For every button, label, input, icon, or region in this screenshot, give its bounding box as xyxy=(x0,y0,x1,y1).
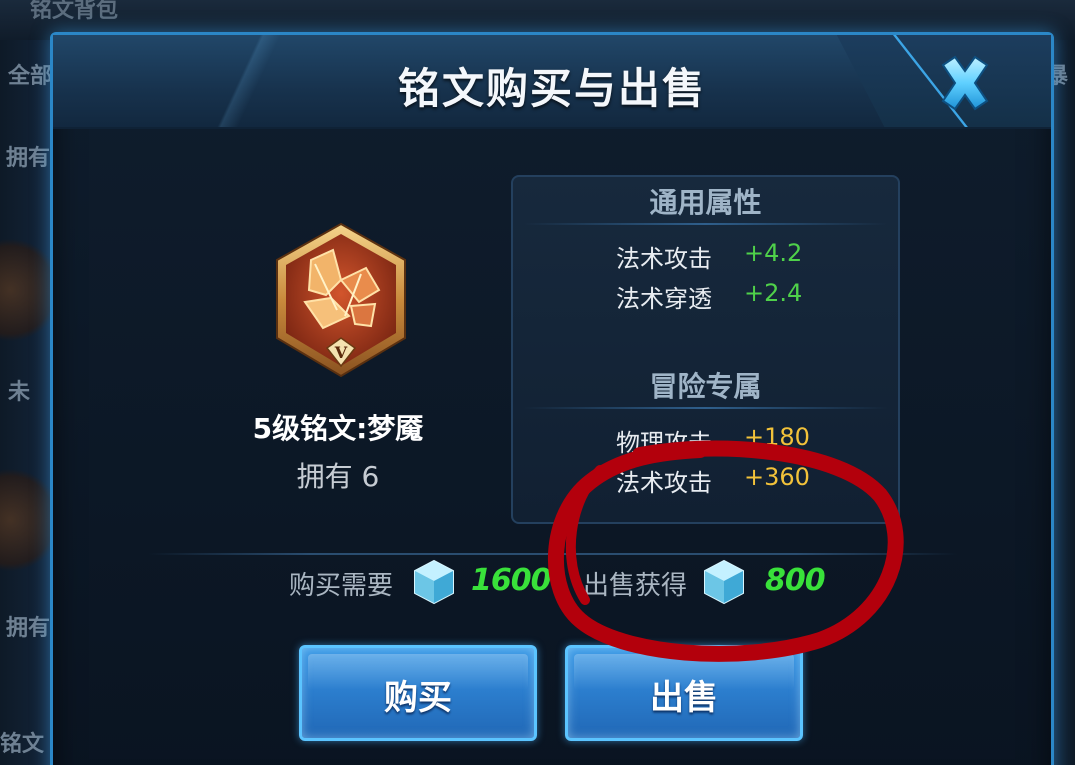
buy-button-label: 购买 xyxy=(384,678,452,718)
stat-label: 法术攻击 xyxy=(616,245,712,273)
game-screen: 铭文背包 全部 拥有 未 拥有 铭文 暴 铭文购买与出售 V 5级铭文:梦魇 拥… xyxy=(0,0,1075,765)
stat-row: 法术攻击 +4.2 xyxy=(513,239,898,275)
sell-button[interactable]: 出售 xyxy=(565,645,803,741)
divider xyxy=(148,553,958,555)
rune-owned-count: 拥有 6 xyxy=(296,460,380,493)
background-label-unowned: 未 xyxy=(8,380,31,405)
stat-value: +360 xyxy=(744,463,810,491)
background-label-owned: 拥有 xyxy=(6,616,51,641)
stat-value: +2.4 xyxy=(744,279,803,307)
background-title: 铭文背包 xyxy=(30,0,119,23)
rune-name: 5级铭文:梦魇 xyxy=(252,412,424,445)
buy-cost-value: 1600 xyxy=(471,563,551,598)
sell-gain-label: 出售获得 xyxy=(583,571,688,601)
dialog-title: 铭文购买与出售 xyxy=(397,64,706,113)
background-rune-card xyxy=(0,460,52,580)
rune-emblem-icon: V xyxy=(271,220,411,380)
stat-value: +4.2 xyxy=(744,239,803,267)
stat-row: 法术攻击 +360 xyxy=(513,463,898,499)
buy-button[interactable]: 购买 xyxy=(299,645,537,741)
stat-value: +180 xyxy=(744,423,810,451)
crystal-gem-icon xyxy=(701,559,747,605)
close-x-icon xyxy=(941,55,989,111)
sell-gain-value: 800 xyxy=(765,563,826,598)
stat-label: 法术穿透 xyxy=(616,285,712,313)
rune-stats-panel: 通用属性 法术攻击 +4.2 法术穿透 +2.4 冒险专属 物理攻击 +180 … xyxy=(511,175,900,524)
dialog-title-bar: 铭文购买与出售 xyxy=(53,35,1051,129)
sell-button-label: 出售 xyxy=(650,678,718,718)
rune-trade-dialog: 铭文购买与出售 V 5级铭文:梦魇 拥有 6 通用属性 法术攻击 +4.2 法术… xyxy=(50,32,1054,765)
rune-level-numeral: V xyxy=(334,343,348,362)
close-button[interactable] xyxy=(933,53,997,113)
crystal-gem-icon xyxy=(411,559,457,605)
background-label-owned: 拥有 xyxy=(6,146,51,171)
stat-row: 法术穿透 +2.4 xyxy=(513,279,898,315)
stat-row: 物理攻击 +180 xyxy=(513,423,898,459)
stat-label: 法术攻击 xyxy=(616,469,712,497)
stat-label: 物理攻击 xyxy=(616,429,712,457)
adventure-exclusive-header: 冒险专属 xyxy=(649,370,762,403)
background-label-rune: 铭文 xyxy=(0,732,45,757)
buy-cost-label: 购买需要 xyxy=(289,571,394,601)
general-attributes-header: 通用属性 xyxy=(649,186,762,219)
background-rune-card xyxy=(0,230,52,350)
background-tab-all: 全部 xyxy=(8,64,53,89)
